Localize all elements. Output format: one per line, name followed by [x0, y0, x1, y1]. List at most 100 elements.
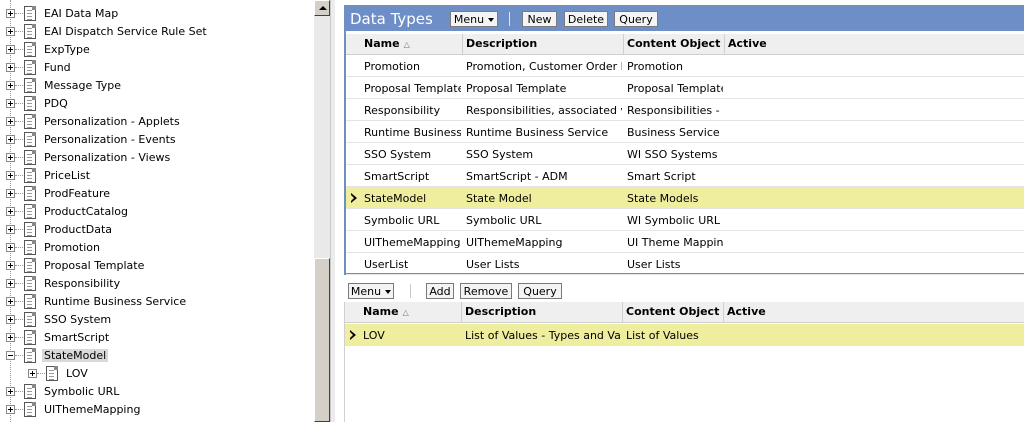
expand-plus-icon[interactable]	[6, 405, 15, 414]
expand-plus-icon[interactable]	[6, 297, 15, 306]
cell-content-object[interactable]: User Lists	[627, 258, 723, 271]
cell-name[interactable]: Proposal Template	[364, 82, 461, 95]
expand-plus-icon[interactable]	[6, 27, 15, 36]
table-row[interactable]: StateModel State Model State Models	[346, 187, 1024, 209]
expand-plus-icon[interactable]	[6, 117, 15, 126]
tree-item-label[interactable]: Message Type	[42, 79, 123, 92]
table-row[interactable]: Responsibility Responsibilities, associat…	[346, 99, 1024, 121]
column-header-name[interactable]: Name △	[364, 37, 410, 50]
cell-name[interactable]: Symbolic URL	[364, 214, 461, 227]
cell-content-object[interactable]: State Models	[627, 192, 723, 205]
cell-description[interactable]: UIThemeMapping	[466, 236, 622, 249]
tree-item-label[interactable]: Personalization - Applets	[42, 115, 182, 128]
tree-item[interactable]: Runtime Business Service	[0, 293, 314, 311]
add-button[interactable]: Add	[426, 283, 454, 299]
tree-item-label[interactable]: EAI Dispatch Service Rule Set	[42, 25, 209, 38]
cell-description[interactable]: State Model	[466, 192, 622, 205]
tree-item[interactable]: Message Type	[0, 77, 314, 95]
table-row[interactable]: SSO System SSO System WI SSO Systems	[346, 143, 1024, 165]
tree-item[interactable]: Responsibility	[0, 275, 314, 293]
cell-content-object[interactable]: Business Service	[627, 126, 723, 139]
tree-item[interactable]: Proposal Template	[0, 257, 314, 275]
table-row[interactable]: Runtime Business Se Runtime Business Serv…	[346, 121, 1024, 143]
tree-item[interactable]: Personalization - Applets	[0, 113, 314, 131]
tree-item-label[interactable]: ProductCatalog	[42, 205, 130, 218]
expand-plus-icon[interactable]	[6, 207, 15, 216]
cell-name[interactable]: LOV	[363, 329, 460, 342]
cell-name[interactable]: SSO System	[364, 148, 461, 161]
tree-item[interactable]: Symbolic URL	[0, 383, 314, 401]
tree-item[interactable]: Personalization - Events	[0, 131, 314, 149]
tree-item-label[interactable]: Responsibility	[42, 277, 122, 290]
expand-plus-icon[interactable]	[6, 189, 15, 198]
column-separator[interactable]	[724, 34, 725, 54]
expand-plus-icon[interactable]	[6, 225, 15, 234]
tree-item-label[interactable]: Personalization - Events	[42, 133, 178, 146]
cell-description[interactable]: SmartScript - ADM	[466, 170, 622, 183]
expand-plus-icon[interactable]	[28, 369, 37, 378]
cell-content-object[interactable]: Responsibilities - Vie	[627, 104, 723, 117]
table-row[interactable]: UIThemeMapping UIThemeMapping UI Theme Map…	[346, 231, 1024, 253]
tree-item[interactable]: PDQ	[0, 95, 314, 113]
cell-description[interactable]: User Lists	[466, 258, 622, 271]
cell-content-object[interactable]: WI SSO Systems	[627, 148, 723, 161]
tree-item[interactable]: SSO System	[0, 311, 314, 329]
child-column-header-description[interactable]: Description	[465, 305, 536, 318]
table-row[interactable]: Proposal Template Proposal Template Propos…	[346, 77, 1024, 99]
expand-plus-icon[interactable]	[6, 45, 15, 54]
tree-item-label[interactable]: Personalization - Views	[42, 151, 172, 164]
cell-description[interactable]: Responsibilities, associated views	[466, 104, 622, 117]
expand-plus-icon[interactable]	[6, 63, 15, 72]
column-separator[interactable]	[462, 34, 463, 54]
tree-item-label[interactable]: UIThemeMapping	[42, 403, 142, 416]
expand-plus-icon[interactable]	[6, 81, 15, 90]
tree-item-label[interactable]: PriceList	[42, 169, 92, 182]
expand-plus-icon[interactable]	[6, 333, 15, 342]
cell-name[interactable]: UserList	[364, 258, 461, 271]
column-separator[interactable]	[623, 34, 624, 54]
child-menu-button[interactable]: Menu	[348, 283, 394, 299]
child-column-header-content-object[interactable]: Content Object	[626, 305, 719, 318]
tree-item-label[interactable]: Fund	[42, 61, 73, 74]
cell-name[interactable]: UIThemeMapping	[364, 236, 461, 249]
cell-name[interactable]: Promotion	[364, 60, 461, 73]
tree-item[interactable]: EAI Data Map	[0, 5, 314, 23]
tree-item-label[interactable]: Promotion	[42, 241, 102, 254]
new-button[interactable]: New	[522, 11, 557, 27]
tree-item-label[interactable]: SSO System	[42, 313, 113, 326]
expand-plus-icon[interactable]	[6, 387, 15, 396]
table-row[interactable]: LOV List of Values - Types and Values List…	[345, 324, 1024, 346]
delete-button[interactable]: Delete	[564, 11, 608, 27]
tree-item-label[interactable]: EAI Data Map	[42, 7, 120, 20]
tree-scrollbar[interactable]	[314, 0, 330, 422]
column-header-description[interactable]: Description	[466, 37, 537, 50]
cell-description[interactable]: Promotion, Customer Order Mana	[466, 60, 622, 73]
expand-plus-icon[interactable]	[6, 315, 15, 324]
cell-name[interactable]: Runtime Business Se	[364, 126, 461, 139]
cell-description[interactable]: SSO System	[466, 148, 622, 161]
column-header-active[interactable]: Active	[728, 37, 767, 50]
expand-plus-icon[interactable]	[6, 261, 15, 270]
tree-item[interactable]: SmartScript	[0, 329, 314, 347]
tree-item-label[interactable]: ExpType	[42, 43, 92, 56]
column-separator[interactable]	[461, 302, 462, 322]
expand-plus-icon[interactable]	[6, 135, 15, 144]
tree-item-label[interactable]: Proposal Template	[42, 259, 146, 272]
tree-item[interactable]: ExpType	[0, 41, 314, 59]
tree-item-label[interactable]: SmartScript	[42, 331, 111, 344]
query-button[interactable]: Query	[614, 11, 658, 27]
tree-item[interactable]: ProductCatalog	[0, 203, 314, 221]
expand-plus-icon[interactable]	[6, 99, 15, 108]
expand-plus-icon[interactable]	[6, 9, 15, 18]
tree-item-label[interactable]: LOV	[64, 367, 90, 380]
table-row[interactable]: Promotion Promotion, Customer Order Mana P…	[346, 55, 1024, 77]
expand-plus-icon[interactable]	[6, 171, 15, 180]
cell-description[interactable]: List of Values - Types and Values	[465, 329, 621, 342]
tree-item[interactable]: ProductData	[0, 221, 314, 239]
tree-item[interactable]: Promotion	[0, 239, 314, 257]
tree-item-label[interactable]: Runtime Business Service	[42, 295, 188, 308]
column-header-content-object[interactable]: Content Object	[627, 37, 720, 50]
table-row[interactable]: SmartScript SmartScript - ADM Smart Script	[346, 165, 1024, 187]
tree-item[interactable]: EAI Dispatch Service Rule Set	[0, 23, 314, 41]
tree-item[interactable]: LOV	[0, 365, 314, 383]
